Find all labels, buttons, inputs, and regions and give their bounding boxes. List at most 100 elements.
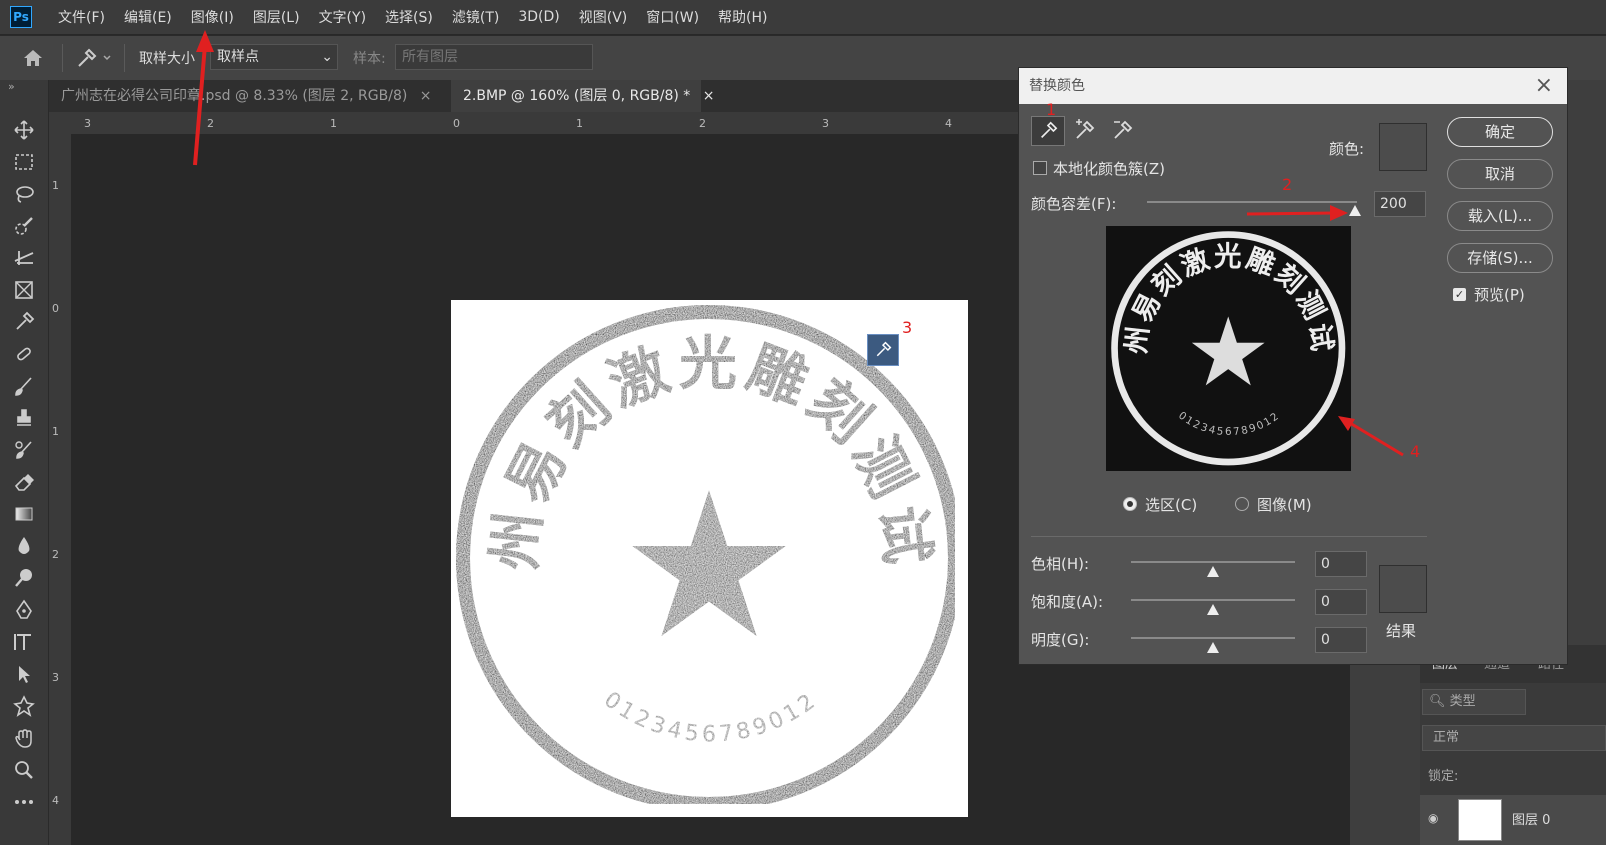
custom-shape-tool-icon[interactable]: [10, 692, 38, 720]
type-tool-icon[interactable]: [10, 628, 38, 656]
fuzziness-input[interactable]: 200: [1374, 191, 1426, 217]
eraser-tool-icon[interactable]: [10, 468, 38, 496]
color-swatch[interactable]: [1379, 123, 1427, 171]
localized-checkbox[interactable]: [1033, 161, 1047, 175]
blend-mode-value: 正常: [1433, 730, 1460, 745]
layer-filter-value: 类型: [1449, 694, 1476, 709]
eyedropper-cursor-icon: [867, 334, 899, 366]
lock-label: 锁定:: [1428, 769, 1459, 784]
eyedropper-tool-icon[interactable]: [10, 308, 38, 336]
save-button[interactable]: 存储(S)...: [1447, 243, 1553, 273]
close-icon[interactable]: ×: [1535, 68, 1553, 104]
load-button[interactable]: 载入(L)...: [1447, 201, 1553, 231]
sample-value: 所有图层: [402, 49, 458, 65]
move-tool-icon[interactable]: [10, 116, 38, 144]
more-tools-icon[interactable]: [10, 788, 38, 816]
saturation-slider-thumb[interactable]: [1207, 604, 1219, 615]
annotation-1: 1: [1046, 100, 1057, 119]
frame-tool-icon[interactable]: [10, 276, 38, 304]
menu-image[interactable]: 图像(I): [191, 7, 234, 27]
history-brush-tool-icon[interactable]: [10, 436, 38, 464]
document-tabs: 广州志在必得公司印章.psd @ 8.33% (图层 2, RGB/8) × 2…: [49, 80, 1019, 112]
crop-tool-icon[interactable]: [10, 244, 38, 272]
color-label: 颜色:: [1329, 140, 1365, 158]
tab-label: 广州志在必得公司印章.psd @ 8.33% (图层 2, RGB/8): [61, 88, 408, 104]
ruler-label: 1: [576, 117, 583, 130]
hue-slider-thumb[interactable]: [1207, 566, 1219, 577]
lightness-slider-track[interactable]: [1131, 637, 1295, 639]
lasso-tool-icon[interactable]: [10, 180, 38, 208]
menu-file[interactable]: 文件(F): [58, 7, 105, 27]
clone-stamp-tool-icon[interactable]: [10, 404, 38, 432]
ruler-label: 3: [52, 671, 59, 684]
saturation-input[interactable]: 0: [1315, 589, 1367, 615]
menu-type[interactable]: 文字(Y): [319, 7, 366, 27]
ruler-label: 1: [52, 179, 59, 192]
lightness-label: 明度(G):: [1031, 631, 1090, 649]
eyedropper-minus-icon[interactable]: [1111, 118, 1135, 146]
home-icon[interactable]: [22, 48, 44, 72]
sample-label: 样本:: [353, 51, 386, 67]
tab-bmp[interactable]: 2.BMP @ 160% (图层 0, RGB/8) * ×: [451, 80, 714, 112]
menu-layer[interactable]: 图层(L): [253, 7, 300, 27]
menu-3d[interactable]: 3D(D): [518, 9, 559, 25]
layer-row[interactable]: ◉ 图层 0: [1420, 795, 1606, 845]
pen-tool-icon[interactable]: [10, 596, 38, 624]
lightness-input[interactable]: 0: [1315, 627, 1367, 653]
brush-tool-icon[interactable]: [10, 372, 38, 400]
cancel-button[interactable]: 取消: [1447, 159, 1553, 189]
ruler-label: 2: [207, 117, 214, 130]
sample-dropdown[interactable]: 所有图层: [395, 44, 593, 70]
collapse-icon[interactable]: »: [8, 80, 15, 93]
annotation-2: 2: [1282, 175, 1293, 194]
ok-button[interactable]: 确定: [1447, 117, 1553, 147]
fuzziness-slider-track[interactable]: [1147, 201, 1357, 203]
menu-filter[interactable]: 滤镜(T): [452, 7, 499, 27]
preview-checkbox[interactable]: ✓: [1453, 288, 1466, 301]
ruler-label: 2: [52, 548, 59, 561]
hand-tool-icon[interactable]: [10, 724, 38, 752]
eyedropper-preset-icon[interactable]: [76, 47, 112, 73]
eye-icon[interactable]: ◉: [1428, 811, 1438, 825]
lightness-slider-thumb[interactable]: [1207, 642, 1219, 653]
menu-select[interactable]: 选择(S): [385, 7, 433, 27]
layer-filter-dropdown[interactable]: 🔍︎ 类型: [1422, 689, 1526, 715]
vertical-ruler: 1 0 1 2 3 4: [49, 134, 71, 845]
close-icon[interactable]: ×: [420, 88, 432, 104]
result-swatch[interactable]: [1379, 565, 1427, 613]
path-select-tool-icon[interactable]: [10, 660, 38, 688]
saturation-slider-track[interactable]: [1131, 599, 1295, 601]
menu-window[interactable]: 窗口(W): [646, 7, 699, 27]
marquee-tool-icon[interactable]: [10, 148, 38, 176]
menu-edit[interactable]: 编辑(E): [124, 7, 172, 27]
tab-stamp-psd[interactable]: 广州志在必得公司印章.psd @ 8.33% (图层 2, RGB/8) ×: [49, 80, 451, 112]
zoom-tool-icon[interactable]: [10, 756, 38, 784]
hue-slider-track[interactable]: [1131, 561, 1295, 563]
dodge-tool-icon[interactable]: [10, 564, 38, 592]
ruler-label: 4: [52, 794, 59, 807]
ruler-label: 1: [330, 117, 337, 130]
gradient-tool-icon[interactable]: [10, 500, 38, 528]
close-icon[interactable]: ×: [703, 88, 715, 104]
blur-tool-icon[interactable]: [10, 532, 38, 560]
divider: [62, 44, 63, 72]
eyedropper-plus-icon[interactable]: [1073, 118, 1097, 146]
menu-help[interactable]: 帮助(H): [718, 7, 767, 27]
annotation-3: 3: [902, 318, 913, 337]
stamp-image: 广州易刻激光雕刻测试样 ★ 0123456789012: [419, 246, 962, 811]
selection-preview: 广州易刻激光雕刻测试样 ★ 0123456789012: [1091, 201, 1351, 471]
eyedropper-icon[interactable]: [1031, 116, 1065, 146]
sample-size-dropdown[interactable]: 取样点 ⌄: [210, 44, 338, 70]
menu-view[interactable]: 视图(V): [579, 7, 628, 27]
selection-radio-label: 选区(C): [1145, 496, 1198, 514]
fuzziness-slider-thumb[interactable]: [1349, 205, 1361, 216]
document-canvas[interactable]: 广州易刻激光雕刻测试样 ★ 0123456789012: [419, 246, 968, 817]
chevron-down-icon: ⌄: [321, 49, 333, 65]
quick-select-tool-icon[interactable]: [10, 212, 38, 240]
annotation-4: 4: [1410, 442, 1421, 461]
blend-mode-dropdown[interactable]: 正常: [1422, 725, 1606, 751]
healing-brush-tool-icon[interactable]: [10, 340, 38, 368]
selection-radio[interactable]: [1123, 497, 1137, 511]
hue-input[interactable]: 0: [1315, 551, 1367, 577]
image-radio[interactable]: [1235, 497, 1249, 511]
